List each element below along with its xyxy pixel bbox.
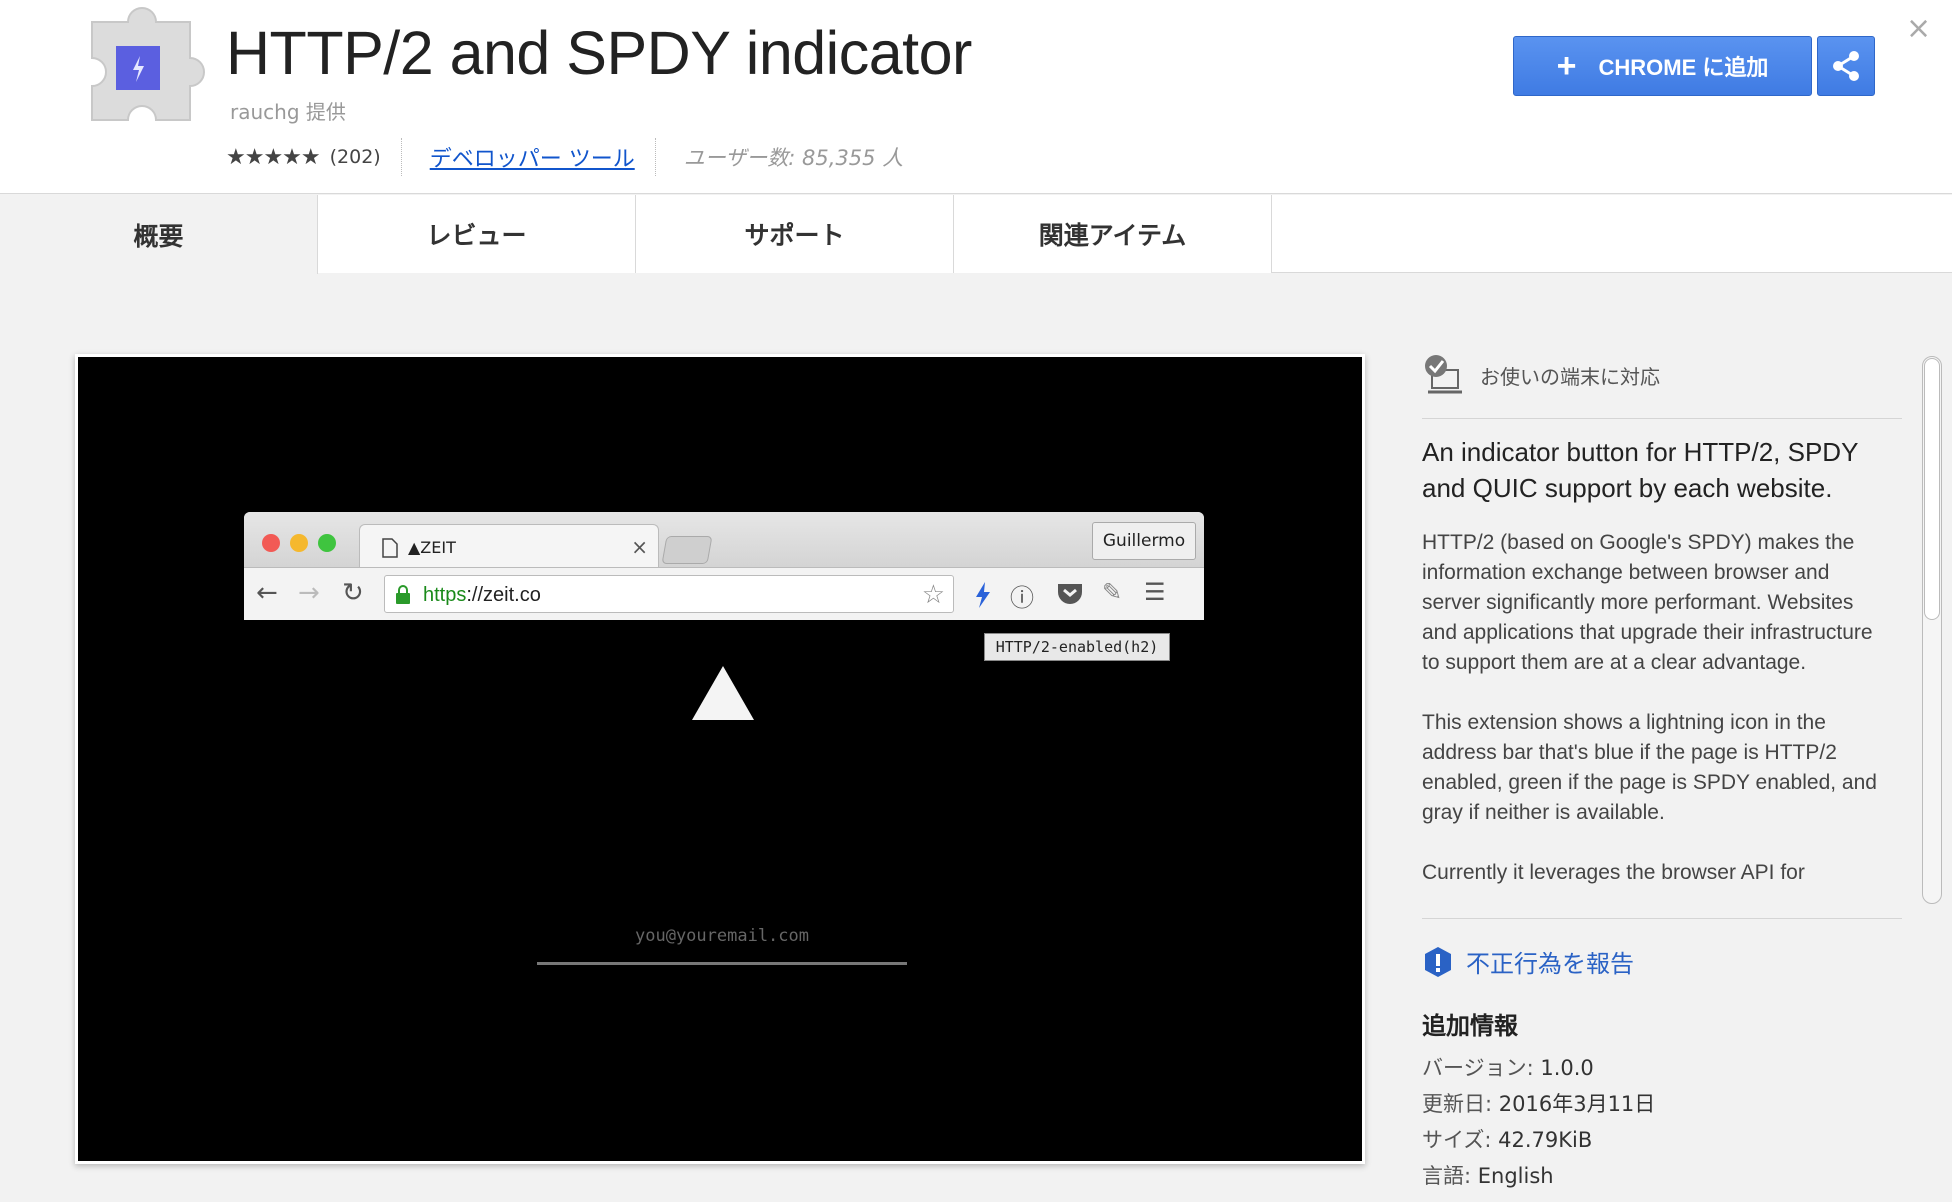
browser-tabstrip: ▲ZEIT × Guillermo [244,512,1204,568]
browser-toolbar: ← → ↻ https://zeit.co ☆ ⓘ ✎ ☰ [244,567,1204,620]
menu-icon: ☰ [1144,578,1166,606]
browser-mockup: ▲ZEIT × Guillermo ← → ↻ https://zeit.co … [244,512,1204,620]
tab-close-icon: × [631,535,648,559]
tab-support[interactable]: サポート [636,195,954,273]
divider [1422,418,1902,419]
header: HTTP/2 and SPDY indicator rauchg 提供 ★★★★… [0,0,1952,194]
divider [654,138,656,176]
tab-reviews[interactable]: レビュー [318,195,636,273]
info-circle-icon: ⓘ [1010,584,1034,612]
puzzle-extension-icon [91,7,205,121]
email-placeholder: you@youremail.com [635,926,809,946]
report-abuse-link[interactable]: 不正行為を報告 [1422,944,1634,979]
share-icon [1833,51,1859,81]
tab-overview[interactable]: 概要 [0,195,318,274]
page-icon [382,538,398,558]
version-info: バージョン: 1.0.0 [1422,1056,1594,1080]
reload-icon: ↻ [342,578,364,608]
http2-tooltip: HTTP/2-enabled(h2) [984,633,1170,661]
category-link[interactable]: デベロッパー ツール [430,141,635,173]
share-button[interactable] [1817,36,1875,96]
language-info: 言語: English [1422,1164,1554,1188]
bookmark-star-icon: ☆ [921,580,945,610]
minimize-dot-icon [290,534,308,552]
maximize-dot-icon [318,534,336,552]
address-bar: https://zeit.co ☆ [384,575,954,613]
warning-icon [1425,946,1451,977]
add-to-chrome-button[interactable]: + CHROME に追加 [1513,36,1812,96]
description-paragraph: Currently it leverages the browser API f… [1422,861,1805,884]
back-icon: ← [256,578,278,608]
email-underline [537,962,907,965]
lightning-icon [976,582,990,608]
rating-stars[interactable]: ★★★★★ [226,145,321,170]
lock-icon [396,585,410,604]
close-icon[interactable]: × [1906,14,1931,44]
plus-icon: + [1556,47,1577,85]
divider [1422,918,1902,919]
updated-info: 更新日: 2016年3月11日 [1422,1092,1656,1116]
description-text[interactable]: HTTP/2 (based on Google's SPDY) makes th… [1422,528,1892,902]
scrollbar-thumb[interactable] [1924,358,1940,620]
provider-label: rauchg 提供 [230,100,346,124]
zeit-logo-icon [692,666,754,720]
description-paragraph: HTTP/2 (based on Google's SPDY) makes th… [1422,531,1873,674]
user-count: ユーザー数: 85,355 人 [683,146,904,170]
pin-icon: ✎ [1102,578,1123,606]
add-button-label: CHROME に追加 [1598,55,1769,80]
compatibility-notice: お使いの端末に対応 [1422,354,1660,396]
browser-tab-title: ▲ZEIT [408,538,456,557]
pocket-icon [1058,584,1082,604]
close-dot-icon [262,534,280,552]
rating-count[interactable]: (202) [330,146,381,168]
size-info: サイズ: 42.79KiB [1422,1128,1593,1152]
divider [400,138,402,176]
description-paragraph: This extension shows a lightning icon in… [1422,711,1877,824]
extension-title: HTTP/2 and SPDY indicator [226,19,972,87]
browser-tab: ▲ZEIT × [359,524,659,568]
meta-row: ★★★★★ (202) デベロッパー ツール ユーザー数: 85,355 人 [226,138,904,176]
additional-info-heading: 追加情報 [1422,1012,1518,1040]
forward-icon: → [298,578,320,608]
profile-button: Guillermo [1092,522,1196,560]
tab-bar: 概要 レビュー サポート 関連アイテム [0,195,1952,274]
tab-related[interactable]: 関連アイテム [954,195,1272,273]
summary-text: An indicator button for HTTP/2, SPDY and… [1422,437,1858,503]
device-check-icon [1425,355,1462,394]
compatibility-text: お使いの端末に対応 [1480,364,1660,389]
url-text: https://zeit.co [423,584,541,606]
extension-screenshot[interactable]: ▲ZEIT × Guillermo ← → ↻ https://zeit.co … [78,357,1362,1161]
new-tab-icon [661,536,713,564]
report-abuse-label: 不正行為を報告 [1466,950,1634,978]
